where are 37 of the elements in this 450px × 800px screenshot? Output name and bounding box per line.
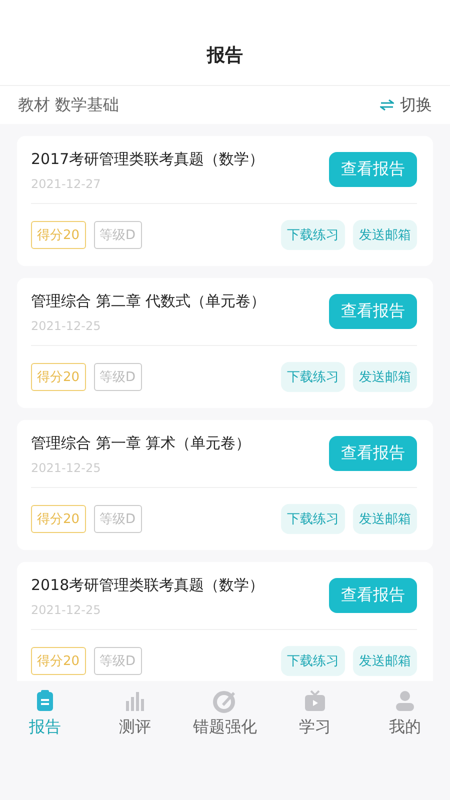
report-title: 2017考研管理类联考真题（数学） (31, 150, 264, 169)
textbook-label: 教材 数学基础 (18, 94, 120, 116)
swap-icon (380, 99, 394, 111)
score-tag: 得分20 (31, 647, 86, 675)
bar-chart-icon (123, 689, 147, 713)
nav-tab[interactable]: 错题强化 (180, 681, 270, 756)
email-button[interactable]: 发送邮箱 (353, 362, 417, 392)
view-report-button[interactable]: 查看报告 (329, 152, 417, 187)
email-button[interactable]: 发送邮箱 (353, 646, 417, 676)
person-icon (393, 689, 417, 713)
view-report-button[interactable]: 查看报告 (329, 436, 417, 471)
download-button[interactable]: 下载练习 (281, 362, 345, 392)
download-button[interactable]: 下载练习 (281, 220, 345, 250)
page-title: 报告 (207, 44, 243, 67)
tv-icon (303, 689, 327, 713)
nav-tab[interactable]: 报告 (0, 681, 90, 756)
grade-tag: 等级D (94, 647, 142, 675)
score-tag: 得分20 (31, 505, 86, 533)
score-tag: 得分20 (31, 221, 86, 249)
nav-tab[interactable]: 测评 (90, 681, 180, 756)
report-title: 管理综合 第二章 代数式（单元卷） (31, 292, 266, 311)
switch-button[interactable]: 切换 (380, 94, 432, 116)
grade-tag: 等级D (94, 505, 142, 533)
view-report-button[interactable]: 查看报告 (329, 578, 417, 613)
score-tag: 得分20 (31, 363, 86, 391)
nav-tab[interactable]: 学习 (270, 681, 360, 756)
grade-tag: 等级D (94, 221, 142, 249)
download-button[interactable]: 下载练习 (281, 504, 345, 534)
report-title: 管理综合 第一章 算术（单元卷） (31, 434, 251, 453)
view-report-button[interactable]: 查看报告 (329, 294, 417, 329)
grade-tag: 等级D (94, 363, 142, 391)
report-title: 2018考研管理类联考真题（数学） (31, 576, 264, 595)
nav-tab[interactable]: 我的 (360, 681, 450, 756)
pen-icon (213, 689, 237, 713)
email-button[interactable]: 发送邮箱 (353, 504, 417, 534)
download-button[interactable]: 下载练习 (281, 646, 345, 676)
email-button[interactable]: 发送邮箱 (353, 220, 417, 250)
